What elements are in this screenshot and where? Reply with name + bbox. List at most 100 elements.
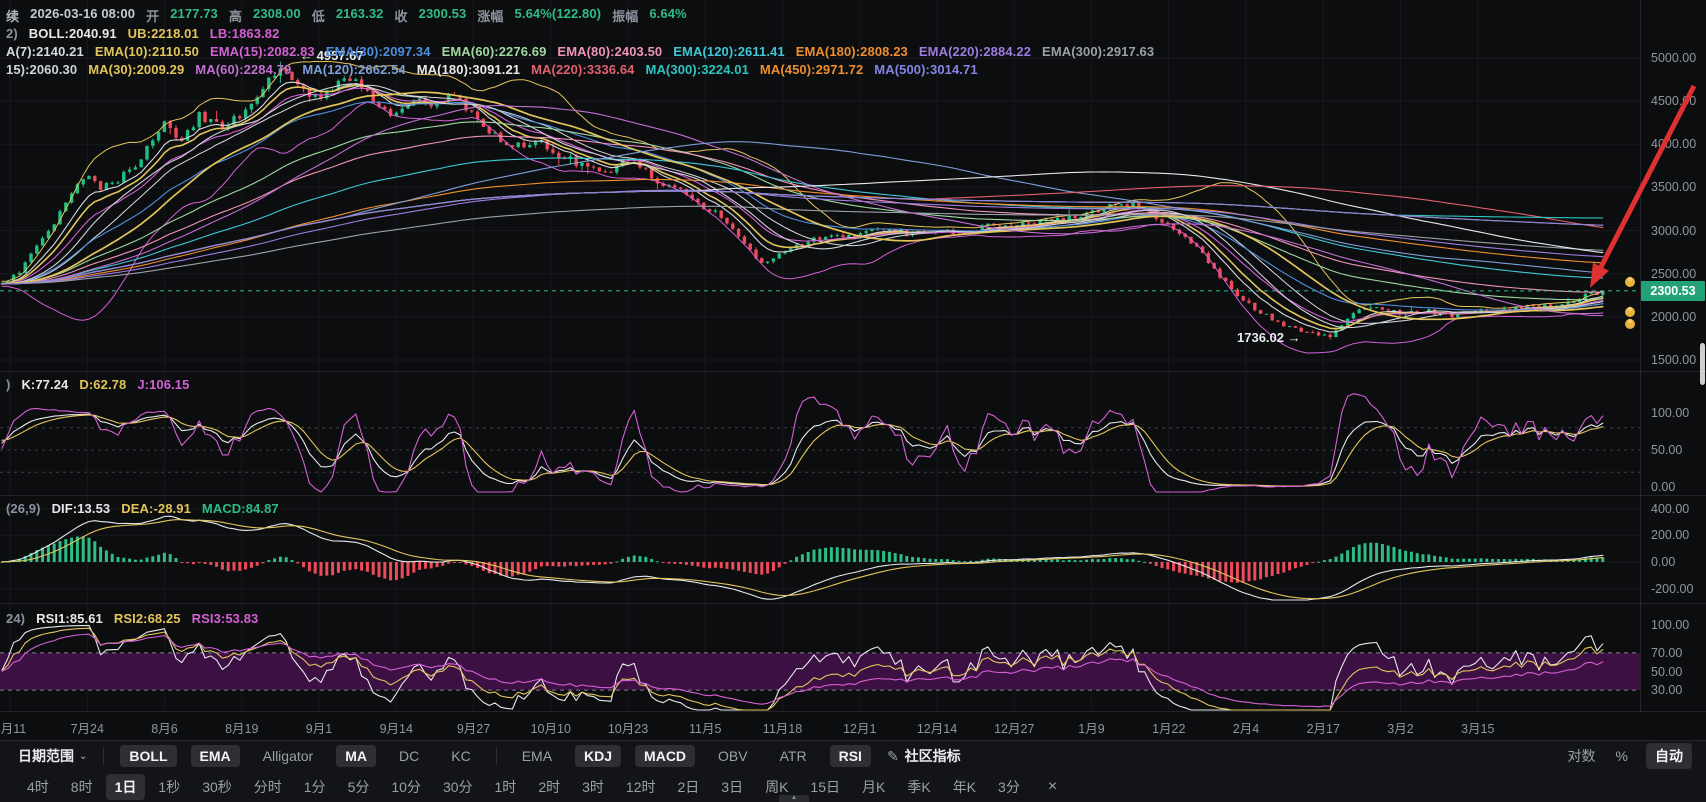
close-icon[interactable]: × [1039, 775, 1066, 799]
timeframe-button-4时[interactable]: 4时 [18, 774, 58, 800]
chart-area[interactable]: 续2026-03-16 08:00开2177.73高2308.00低2163.3… [0, 0, 1706, 712]
trading-chart-app: 续2026-03-16 08:00开2177.73高2308.00低2163.3… [0, 0, 1706, 802]
axis-label: 5000.00 [1651, 51, 1696, 65]
timeframe-button-季k[interactable]: 季K [898, 774, 939, 800]
pane-separator[interactable] [0, 371, 1706, 372]
time-axis-label: 7月11 [0, 718, 26, 737]
overlay-button-ma[interactable]: MA [336, 745, 376, 767]
oscillator-button-rsi[interactable]: RSI [830, 745, 871, 767]
time-axis-label: 10月23 [608, 718, 648, 737]
divider [496, 747, 497, 765]
axis-label: 100.00 [1651, 406, 1689, 420]
overlay-button-alligator[interactable]: Alligator [254, 745, 323, 767]
time-axis[interactable]: 筹 爆 7月117月248月68月199月19月149月2710月1010月23… [0, 712, 1706, 740]
timeframe-button-2时[interactable]: 2时 [529, 774, 569, 800]
time-axis-label: 12月27 [994, 718, 1034, 737]
timeframe-button-1分[interactable]: 1分 [295, 774, 335, 800]
overlay-button-boll[interactable]: BOLL [120, 745, 176, 767]
community-indicators-button[interactable]: ✎ 社区指标 [887, 746, 961, 766]
week-tab-caret[interactable]: ▴ [779, 795, 809, 802]
timeframe-button-1时[interactable]: 1时 [486, 774, 526, 800]
rsi-pane[interactable] [0, 604, 1640, 712]
axis-label: 70.00 [1651, 646, 1682, 660]
overlay-button-ema[interactable]: EMA [191, 745, 240, 767]
timeframe-button-1日[interactable]: 1日 [106, 774, 146, 800]
oscillator-button-obv[interactable]: OBV [709, 745, 757, 767]
date-range-dropdown[interactable]: 日期范围 ⌄ [18, 746, 87, 766]
timeframe-button-2日[interactable]: 2日 [668, 774, 708, 800]
axis-label: 100.00 [1651, 618, 1689, 632]
session-high-label: ← 4957.67 [300, 48, 364, 63]
time-axis-label: 9月14 [380, 718, 413, 737]
edit-icon: ✎ [887, 748, 899, 765]
chevron-down-icon: ⌄ [79, 751, 87, 762]
time-axis-label: 11月18 [763, 718, 802, 737]
timeframe-button-3分[interactable]: 3分 [989, 774, 1029, 800]
time-axis-label: 8月6 [151, 718, 177, 737]
time-axis-label: 2月4 [1233, 718, 1259, 737]
timeframe-button-30分[interactable]: 30分 [434, 774, 482, 800]
timeframe-button-8时[interactable]: 8时 [62, 774, 102, 800]
axis-label: 30.00 [1651, 683, 1682, 697]
time-axis-label: 12月1 [843, 718, 876, 737]
axis-scrollbar-thumb[interactable] [1700, 343, 1705, 385]
overlay-button-kc[interactable]: KC [442, 745, 479, 767]
axis-label: 4000.00 [1651, 137, 1696, 151]
time-axis-label: 9月27 [457, 718, 490, 737]
oscillator-button-kdj[interactable]: KDJ [575, 745, 621, 767]
pane-separator[interactable] [0, 603, 1706, 604]
time-axis-label: 11月5 [689, 718, 721, 737]
timeframe-button-3日[interactable]: 3日 [712, 774, 752, 800]
time-axis-label: 3月15 [1461, 718, 1494, 737]
timeframe-button-30秒[interactable]: 30秒 [193, 774, 241, 800]
time-axis-label: 2月17 [1307, 718, 1340, 737]
time-axis-label: 12月14 [917, 718, 957, 737]
timeframe-toolbar: 4时8时1日1秒30秒分时1分5分10分30分1时2时3时12时2日3日周K15… [0, 771, 1706, 802]
main-price-pane[interactable] [0, 0, 1640, 370]
axis-label: 0.00 [1651, 555, 1675, 569]
timeframe-button-5分[interactable]: 5分 [339, 774, 379, 800]
time-axis-label: 10月10 [531, 718, 571, 737]
axis-label: 1500.00 [1651, 353, 1696, 367]
kdj-pane[interactable] [0, 372, 1640, 494]
axis-label: 3500.00 [1651, 180, 1696, 194]
oscillator-button-atr[interactable]: ATR [771, 745, 816, 767]
axis-label: 50.00 [1651, 665, 1682, 679]
divider [103, 747, 104, 765]
price-axis[interactable]: 5000.00 4500.00 4000.00 3500.00 3000.00 2500.… [1640, 0, 1706, 712]
timeframe-button-年k[interactable]: 年K [944, 774, 985, 800]
current-price-badge: 2300.53 [1641, 281, 1705, 301]
time-axis-label: 9月1 [306, 718, 332, 737]
axis-label: 4500.00 [1651, 94, 1696, 108]
axis-label: 2500.00 [1651, 267, 1696, 281]
timeframe-button-分时[interactable]: 分时 [245, 774, 291, 800]
timeframe-button-月k[interactable]: 月K [853, 774, 894, 800]
time-axis-label: 1月22 [1152, 718, 1185, 737]
session-low-label: 1736.02 → [1237, 330, 1301, 345]
time-axis-label: 1月9 [1078, 718, 1104, 737]
axis-label: 3000.00 [1651, 224, 1696, 238]
pane-separator[interactable] [0, 495, 1706, 496]
axis-label: 0.00 [1651, 480, 1675, 494]
axis-label: 200.00 [1651, 528, 1689, 542]
time-axis-label: 7月24 [71, 718, 104, 737]
indicator-toolbar: 日期范围 ⌄ BOLL EMA Alligator MA DC KC EMA KDJ MACD… [0, 740, 1706, 771]
axis-label: 400.00 [1651, 502, 1689, 516]
scale-button-%[interactable]: % [1614, 745, 1630, 767]
macd-pane[interactable] [0, 496, 1640, 602]
timeframe-button-1秒[interactable]: 1秒 [149, 774, 189, 800]
axis-label: -200.00 [1651, 582, 1693, 596]
oscillator-button-macd[interactable]: MACD [635, 745, 695, 767]
time-axis-label: 3月2 [1387, 718, 1413, 737]
scale-button-自动[interactable]: 自动 [1646, 743, 1692, 769]
axis-label: 2000.00 [1651, 310, 1696, 324]
axis-label: 50.00 [1651, 443, 1682, 457]
timeframe-button-12时[interactable]: 12时 [617, 774, 665, 800]
pane-separator [0, 711, 1706, 712]
timeframe-button-10分[interactable]: 10分 [382, 774, 430, 800]
overlay-button-dc[interactable]: DC [390, 745, 428, 767]
scale-button-对数[interactable]: 对数 [1566, 743, 1598, 769]
timeframe-button-3时[interactable]: 3时 [573, 774, 613, 800]
time-axis-label: 8月19 [225, 718, 258, 737]
oscillator-button-ema[interactable]: EMA [513, 745, 561, 767]
